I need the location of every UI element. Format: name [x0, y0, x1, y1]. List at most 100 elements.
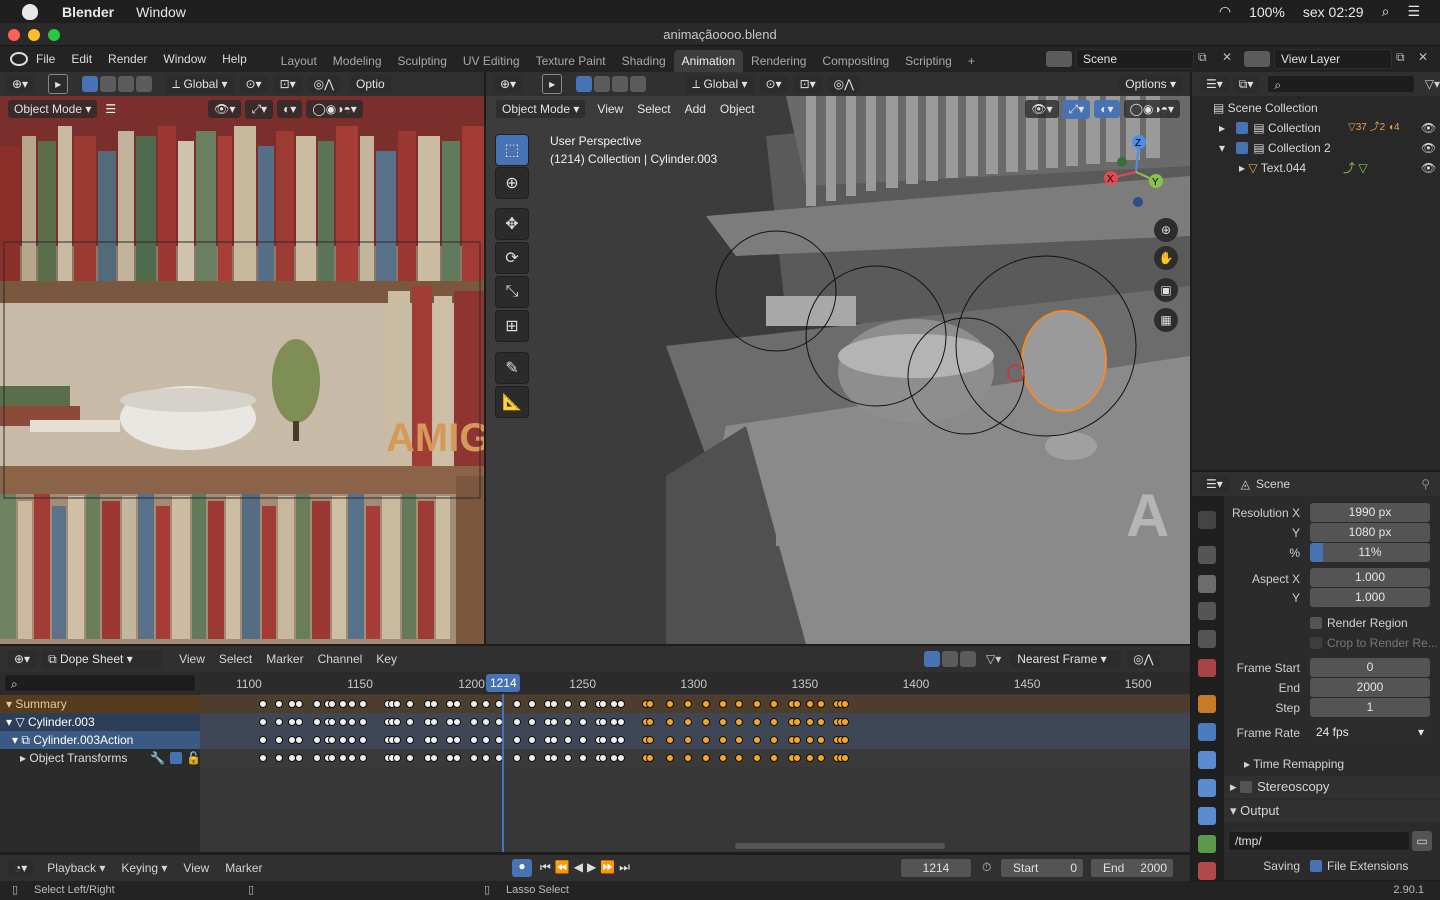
playhead-line[interactable] [502, 694, 505, 852]
particles-tab-icon[interactable] [1198, 751, 1216, 769]
snap-mode-dropdown[interactable]: Nearest Frame ▾ [1011, 650, 1122, 668]
tab-layout[interactable]: Layout [273, 50, 325, 72]
stereoscopy-checkbox[interactable] [1240, 781, 1253, 793]
constraints-tab-icon[interactable] [1198, 807, 1216, 825]
keyframe-selected[interactable] [817, 754, 826, 762]
keyframe-selected[interactable] [734, 736, 743, 744]
main-select-mode-extend-icon[interactable] [594, 76, 611, 92]
main-pivot-dropdown[interactable]: ⊙▾ [759, 75, 788, 93]
keyframe-selected[interactable] [792, 718, 801, 726]
keyframe[interactable] [452, 700, 461, 708]
measure-tool-icon[interactable]: 📐 [495, 386, 529, 418]
menu-file[interactable]: File [28, 52, 63, 66]
keyframe-selected[interactable] [645, 718, 654, 726]
main-proportional-icon[interactable]: ◎⋀ [827, 75, 860, 93]
main-select-mode-set-icon[interactable] [576, 76, 593, 92]
pin-icon[interactable]: ⚲ [1421, 477, 1430, 491]
collection-2-visibility-icon[interactable]: 👁 [1421, 138, 1436, 158]
window-menu[interactable]: Window [136, 4, 186, 20]
resolution-y-field[interactable]: 1080 px [1310, 523, 1430, 542]
tab-modeling[interactable]: Modeling [325, 50, 390, 72]
select-tool-icon[interactable]: ▸ [48, 74, 69, 94]
main-overlay-icon[interactable]: ◐▾ [1094, 100, 1120, 118]
apple-icon[interactable] [22, 3, 38, 20]
keyframe-selected[interactable] [734, 718, 743, 726]
keyframe[interactable] [274, 718, 283, 726]
keyframe-selected[interactable] [817, 700, 826, 708]
main-viewport-3d[interactable]: A Object Mode ▾ View Select Add Object 👁… [486, 96, 1190, 644]
keyframe[interactable] [294, 754, 303, 762]
tab-scripting[interactable]: Scripting [897, 50, 960, 72]
stereoscopy-panel[interactable]: ▸ Stereoscopy [1224, 776, 1440, 798]
perspective-grid-icon[interactable]: ▦ [1154, 308, 1178, 332]
dopesheet-menu-select[interactable]: Select [212, 652, 259, 666]
outliner-editor-type-icon[interactable]: ☰▾ [1200, 75, 1229, 93]
proportional-dopesheet-icon[interactable]: ◎⋀ [1127, 650, 1160, 668]
keyframe-selected[interactable] [752, 700, 761, 708]
transform-orientation-dropdown[interactable]: ⟂ Global ▾ [166, 74, 234, 94]
proportional-edit-icon[interactable]: ◎⋀ [307, 75, 340, 93]
keyframe-selected[interactable] [734, 700, 743, 708]
mode-dropdown[interactable]: Object Mode ▾ [8, 100, 98, 118]
playback-controls[interactable]: ⏮⏪◀▶⏩⏭ [540, 860, 634, 875]
tab-compositing[interactable]: Compositing [814, 50, 897, 72]
end-field[interactable]: End 2000 [1090, 858, 1174, 878]
main-snap-dropdown[interactable]: ⊡▾ [793, 75, 822, 93]
keyframe[interactable] [405, 736, 414, 744]
visibility-icon[interactable]: 👁▾ [208, 100, 242, 118]
output-path-input[interactable]: /tmp/ [1228, 831, 1410, 851]
menu-window[interactable]: Window [155, 52, 214, 66]
minimize-window-icon[interactable] [28, 29, 40, 41]
clock[interactable]: sex 02:29 [1303, 4, 1364, 20]
start-field[interactable]: Start 0 [1000, 858, 1084, 878]
main-options-dropdown[interactable]: Options ▾ [1119, 75, 1182, 93]
keyframe[interactable] [392, 718, 401, 726]
dopesheet-editor-type-icon[interactable]: ⊕▾ [8, 650, 37, 668]
main-select-mode-subtract-icon[interactable] [612, 76, 629, 92]
frame-step-field[interactable]: 1 [1310, 698, 1430, 717]
transforms-checkbox[interactable] [170, 752, 182, 764]
menu-render[interactable]: Render [100, 52, 155, 66]
keyframe-selected[interactable] [805, 754, 814, 762]
keyframe-selected[interactable] [665, 700, 674, 708]
outliner-item-text044[interactable]: ▸ ▽ Text.044 ⤴ ▽ 👁 [1193, 158, 1438, 178]
options-dropdown[interactable]: Optio [349, 75, 391, 93]
playback-menu[interactable]: Playback ▾ [39, 861, 113, 875]
timeline-menu-view[interactable]: View [175, 861, 217, 875]
dopesheet-menu-channel[interactable]: Channel [311, 652, 370, 666]
keyframe[interactable] [274, 700, 283, 708]
data-tab-icon[interactable] [1198, 835, 1216, 853]
keyframe[interactable] [274, 754, 283, 762]
file-extensions-toggle[interactable]: File Extensions [1310, 859, 1408, 873]
zoom-icon[interactable]: ⊕ [1154, 218, 1178, 242]
keyframe[interactable] [392, 736, 401, 744]
keyframe[interactable] [481, 754, 490, 762]
keyframe[interactable] [312, 754, 321, 762]
keyframe[interactable] [563, 718, 572, 726]
channel-action[interactable]: ▾ ⧉ Cylinder.003Action [0, 731, 200, 749]
keyframe[interactable] [481, 700, 490, 708]
zoom-window-icon[interactable] [48, 29, 60, 41]
keyframe-selected[interactable] [805, 736, 814, 744]
outliner-item-collection-2[interactable]: ▾ ▤ Collection 2 👁 [1193, 138, 1438, 158]
keyframe[interactable] [452, 754, 461, 762]
transform-tool-icon[interactable]: ⊞ [495, 310, 529, 342]
keyframe-selected[interactable] [734, 754, 743, 762]
keyframe[interactable] [294, 736, 303, 744]
only-errors-icon[interactable] [959, 651, 976, 667]
menu-select[interactable]: Select [631, 100, 677, 118]
crop-toggle[interactable]: Crop to Render Re... [1310, 636, 1438, 650]
keyframe[interactable] [294, 700, 303, 708]
navigation-gizmo[interactable]: Z X Y [1096, 132, 1176, 212]
keyframe[interactable] [452, 718, 461, 726]
tab-uv-editing[interactable]: UV Editing [455, 50, 528, 72]
menu-object[interactable]: Object [713, 100, 761, 118]
scale-tool-icon[interactable]: ⤡ [495, 276, 529, 308]
text044-visibility-icon[interactable]: 👁 [1421, 158, 1436, 178]
dopesheet-menu-key[interactable]: Key [369, 652, 404, 666]
outliner-scene-collection[interactable]: ▤ Scene Collection [1193, 98, 1438, 118]
frame-start-field[interactable]: 0 [1310, 658, 1430, 677]
keyframe-selected[interactable] [792, 754, 801, 762]
close-window-icon[interactable] [8, 29, 20, 41]
keyframe-selected[interactable] [752, 736, 761, 744]
